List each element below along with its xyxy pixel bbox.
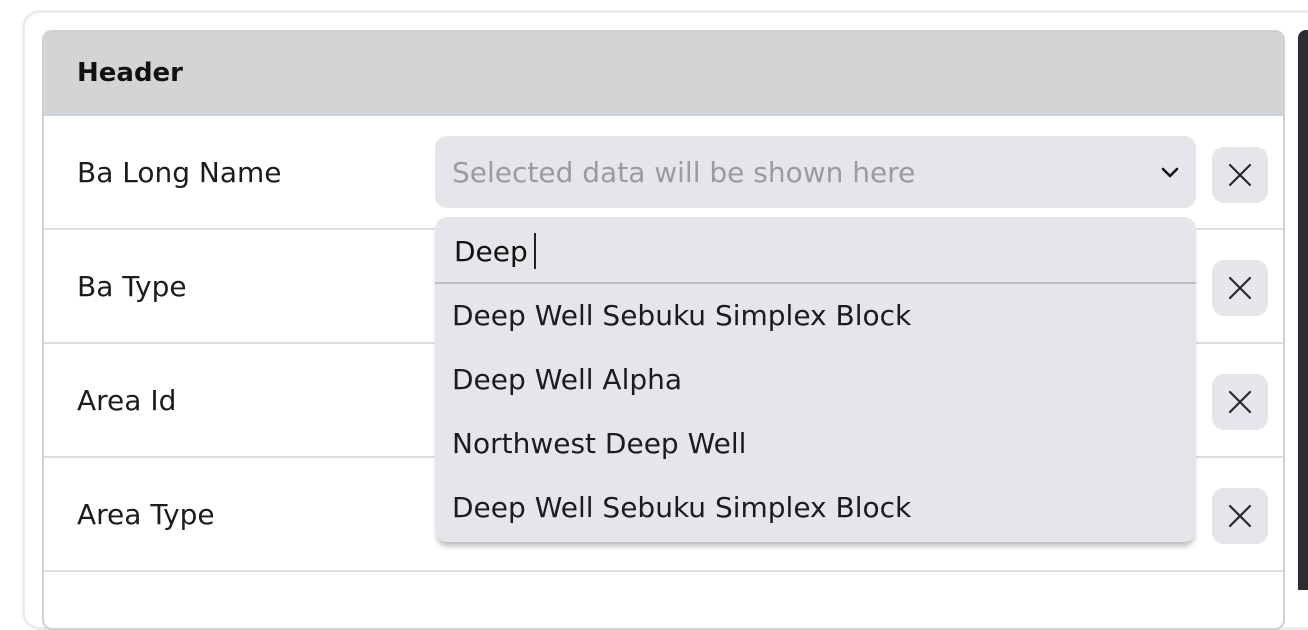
- panel-title: Header: [77, 58, 184, 88]
- dropdown-option[interactable]: Deep Well Alpha: [452, 363, 682, 396]
- field-label-area-id: Area Id: [77, 384, 177, 417]
- dropdown-option[interactable]: Northwest Deep Well: [452, 427, 746, 460]
- field-label-area-type: Area Type: [77, 498, 215, 531]
- dropdown-option[interactable]: Deep Well Sebuku Simplex Block: [452, 299, 911, 332]
- dropdown-search[interactable]: Deep: [435, 217, 1196, 284]
- close-icon: [1228, 276, 1252, 300]
- clear-button-area-id[interactable]: [1212, 374, 1268, 430]
- adjacent-panel-edge: [1298, 30, 1308, 590]
- header-panel: Header Ba Long Name Ba Type Area Id Area…: [42, 30, 1285, 630]
- field-label-ba-type: Ba Type: [77, 270, 187, 303]
- panel-header: Header: [44, 32, 1283, 116]
- ba-long-name-select[interactable]: Selected data will be shown here: [435, 136, 1196, 208]
- select-placeholder: Selected data will be shown here: [452, 156, 916, 189]
- clear-button-ba-type[interactable]: [1212, 260, 1268, 316]
- close-icon: [1228, 390, 1252, 414]
- text-cursor: [533, 233, 536, 269]
- dropdown-search-value: Deep: [454, 234, 528, 268]
- clear-button-area-type[interactable]: [1212, 488, 1268, 544]
- close-icon: [1228, 163, 1252, 187]
- field-label-ba-long-name: Ba Long Name: [77, 156, 282, 189]
- ba-long-name-dropdown: Deep Deep Well Sebuku Simplex Block Deep…: [435, 217, 1196, 542]
- dropdown-search-input[interactable]: Deep: [454, 233, 536, 269]
- clear-button-ba-long-name[interactable]: [1212, 147, 1268, 203]
- chevron-down-icon: [1161, 167, 1179, 178]
- dropdown-option[interactable]: Deep Well Sebuku Simplex Block: [452, 491, 911, 524]
- close-icon: [1228, 504, 1252, 528]
